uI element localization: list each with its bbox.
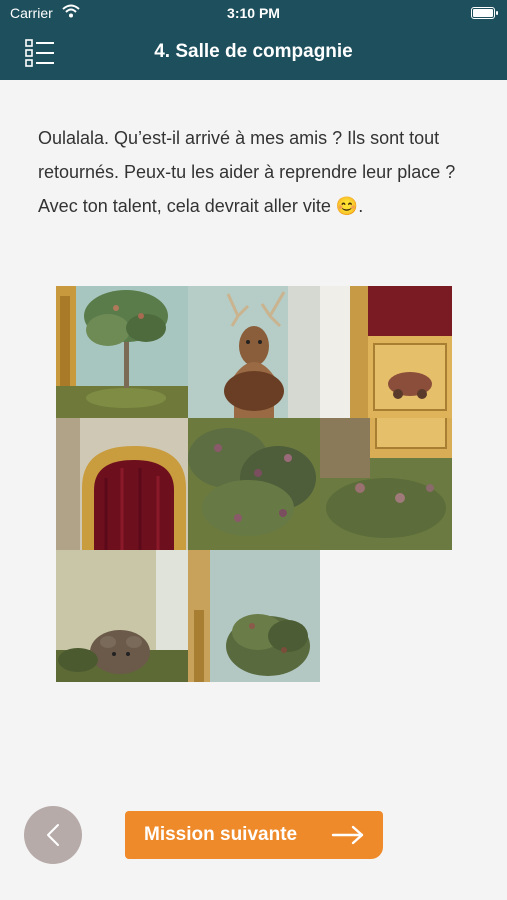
nav-bar: 4. Salle de compagnie xyxy=(0,26,507,80)
tile-tree[interactable] xyxy=(56,286,188,418)
status-time: 3:10 PM xyxy=(227,5,280,21)
page-title: 4. Salle de compagnie xyxy=(154,41,353,62)
next-mission-label: Mission suivante xyxy=(144,824,298,845)
tile-cabinet-base[interactable] xyxy=(320,418,452,550)
arrow-right-icon xyxy=(331,825,364,845)
back-button[interactable] xyxy=(24,806,82,864)
next-mission-button[interactable]: Mission suivante xyxy=(125,811,383,859)
sliding-puzzle xyxy=(56,286,452,682)
tile-cabinet[interactable] xyxy=(320,286,452,418)
tile-deer[interactable] xyxy=(188,286,320,418)
tile-curtain-arch[interactable] xyxy=(56,418,188,550)
chevron-left-icon xyxy=(47,824,59,846)
battery-icon xyxy=(471,7,498,19)
intro-text: Oulalala. Qu’est-il arrivé à mes amis ? … xyxy=(38,128,456,216)
status-bar: Carrier 3:10 PM xyxy=(0,0,507,26)
tile-foliage[interactable] xyxy=(188,418,320,550)
tile-plant[interactable] xyxy=(188,550,320,682)
tile-bear[interactable] xyxy=(56,550,188,682)
